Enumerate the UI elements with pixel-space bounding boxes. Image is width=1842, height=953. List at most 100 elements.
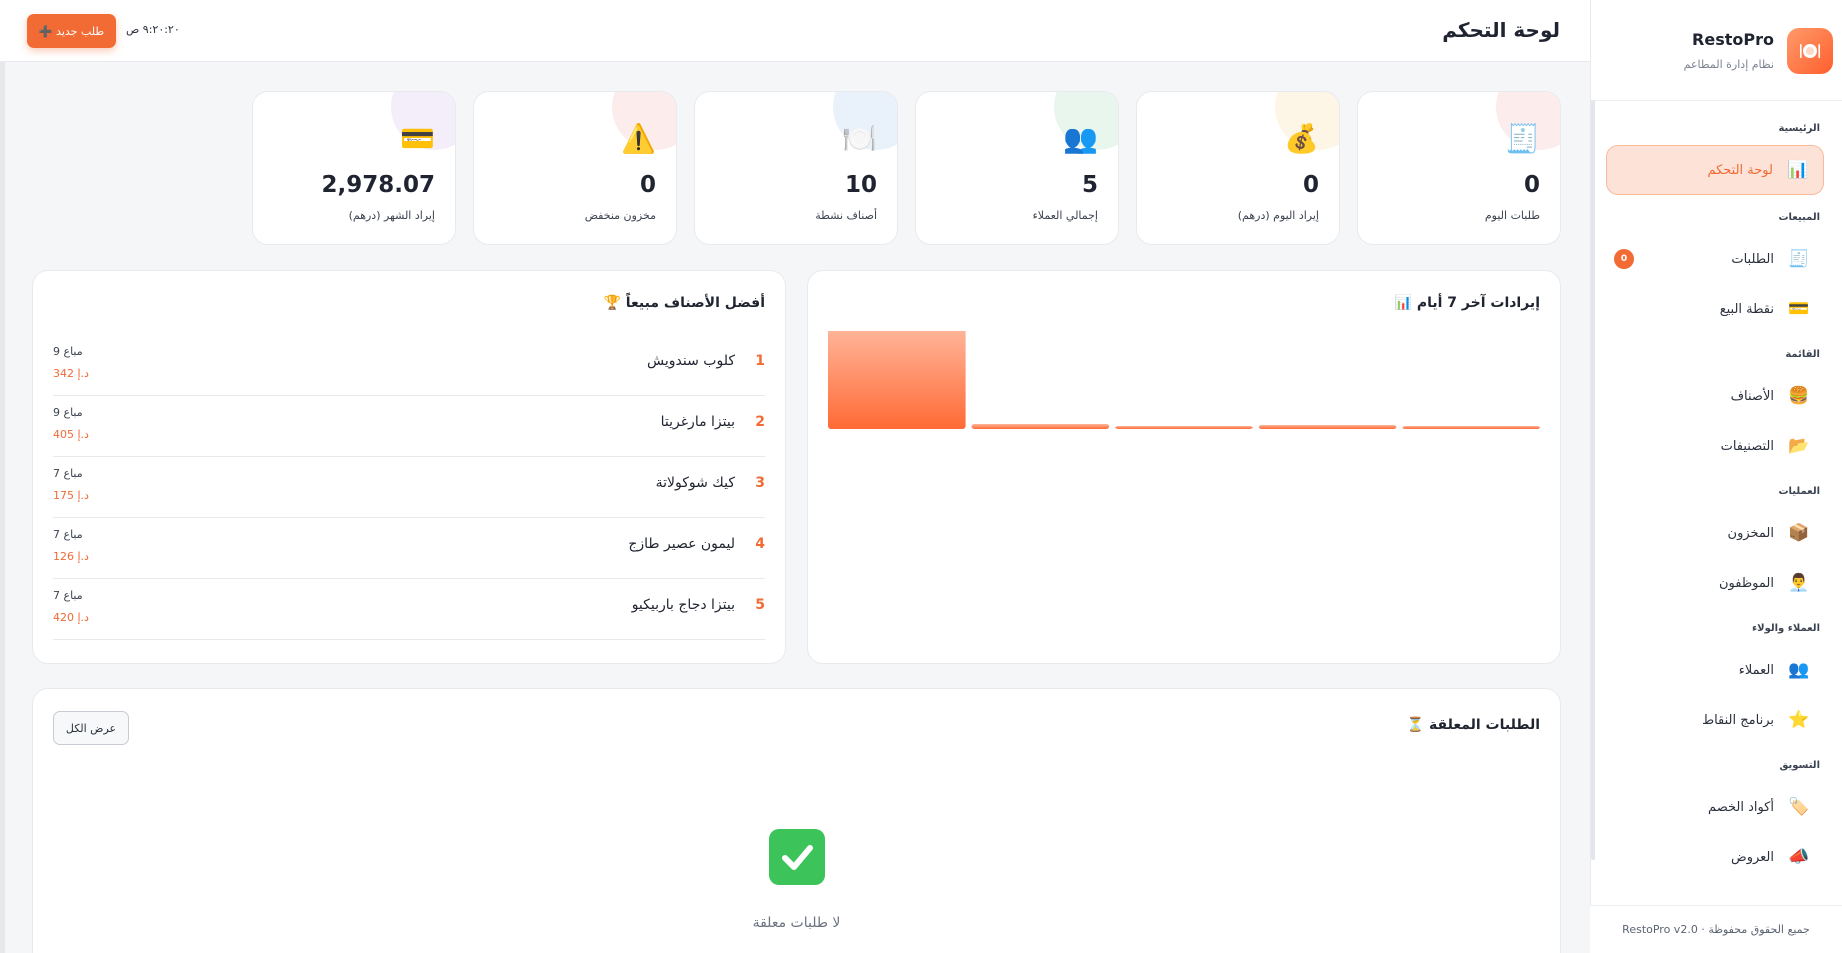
sidebar-footer: RestoPro v2.0 · جميع الحقوق محفوظة [1590,905,1842,953]
revenue-bar-2[interactable] [971,424,1110,429]
stat-card-month-revenue: 💳 2,978.07 إيراد الشهر (درهم) [252,91,456,245]
warning-icon: ⚠️ [621,122,656,155]
item-sold: 7 مباع [53,528,83,541]
stat-value: 2,978.07 [321,172,436,198]
sidebar-item-inventory[interactable]: 📦 المخزون [1606,508,1824,558]
revenue-bar-5[interactable] [1402,426,1540,429]
section-operations: العمليات [1778,486,1821,497]
stat-value: 5 [1081,172,1098,198]
orders-count-badge: 0 [1614,249,1634,269]
item-sold: 7 مباع [53,467,83,480]
brand-subtitle: نظام إدارة المطاعم [1683,58,1774,71]
top-item-row[interactable]: 3 كيك شوكولاتة 7 مباع 175 د.إ [53,457,765,518]
stat-value: 0 [1302,172,1319,198]
item-amount: 342 د.إ [53,367,89,380]
customers-icon: 👥 [1063,122,1098,155]
top-item-row[interactable]: 1 كلوب سندويش 9 مباع 342 د.إ [53,335,765,396]
top-item-row[interactable]: 5 بيتزا دجاج باربيكيو 7 مباع 420 د.إ [53,579,765,640]
sidebar-item-label: برنامج النقاط [1702,712,1774,728]
view-all-button[interactable]: عرض الكل [53,711,129,745]
sidebar-item-dashboard[interactable]: 📊 لوحة التحكم [1606,145,1824,195]
sidebar-item-loyalty[interactable]: ⭐ برنامج النقاط [1606,695,1824,745]
stat-value: 0 [1523,172,1540,198]
brand-name: RestoPro [1692,30,1774,49]
item-rank: 2 [755,414,765,430]
stat-label: أصناف نشطة [815,209,877,222]
money-bag-icon: 💰 [1284,122,1319,155]
top-item-row[interactable]: 2 بيتزا مارغريتا 9 مباع 405 د.إ [53,396,765,457]
stat-value: 10 [844,172,877,198]
sidebar-item-items[interactable]: 🍔 الأصناف [1606,371,1824,421]
burger-icon: 🍔 [1788,386,1810,406]
empty-state-text: لا طلبات معلقة [752,915,841,931]
receipt-icon: 🧾 [1788,249,1810,269]
revenue-bar-4[interactable] [1258,425,1397,429]
revenue-bar-3[interactable] [1115,426,1253,429]
sidebar-item-label: العملاء [1738,662,1774,678]
item-rank: 4 [755,536,765,552]
stat-label: إيراد الشهر (درهم) [348,209,435,222]
sidebar-item-pos[interactable]: 💳 نقطة البيع [1606,284,1824,334]
restaurant-logo-icon [1787,28,1833,74]
chart-title: 📊 إيرادات آخر 7 أيام [1394,295,1540,311]
top-items-panel: 🏆 أفضل الأصناف مبيعاً 1 كلوب سندويش 9 مب… [32,270,786,664]
tag-icon: 🏷️ [1788,797,1810,817]
stat-label: إجمالي العملاء [1032,209,1098,222]
item-sold: 7 مباع [53,589,83,602]
sidebar-item-orders[interactable]: 🧾 الطلبات 0 [1606,234,1824,284]
revenue-bar-1[interactable] [828,331,966,429]
stat-card-low-stock: ⚠️ 0 مخزون منخفض [473,91,677,245]
new-order-button[interactable]: ➕ طلب جديد [27,14,116,48]
stat-card-active-items: 🍽️ 10 أصناف نشطة [694,91,898,245]
sidebar-item-coupons[interactable]: 🏷️ أكواد الخصم [1606,782,1824,832]
folder-icon: 📂 [1788,436,1810,456]
sidebar-item-label: التصنيفات [1720,438,1774,454]
sidebar-item-label: العروض [1730,849,1774,865]
chart-icon: 📊 [1787,160,1809,180]
sidebar-item-staff[interactable]: 👨‍💼 الموظفون [1606,558,1824,608]
sidebar-item-categories[interactable]: 📂 التصنيفات [1606,421,1824,471]
clock: ٩:٢٠:٢٠ ص [126,23,180,36]
sidebar-item-customers[interactable]: 👥 العملاء [1606,645,1824,695]
item-name: ليمون عصير طازج [628,536,735,552]
section-sales: المبيعات [1778,212,1821,223]
brand: RestoPro نظام إدارة المطاعم [1591,0,1842,101]
sidebar-item-offers[interactable]: 📣 العروض [1606,832,1824,882]
item-rank: 3 [755,475,765,491]
item-rank: 1 [755,353,765,369]
sidebar-item-label: لوحة التحكم [1707,162,1773,178]
stat-label: إيراد اليوم (درهم) [1237,209,1319,222]
sidebar-item-label: أكواد الخصم [1708,799,1774,815]
top-bar: لوحة التحكم ➕ طلب جديد ٩:٢٠:٢٠ ص [0,0,1590,62]
stat-label: طلبات اليوم [1484,209,1540,222]
staff-icon: 👨‍💼 [1788,573,1810,593]
sidebar-item-label: الأصناف [1730,388,1774,404]
item-amount: 126 د.إ [53,550,89,563]
megaphone-icon: 📣 [1788,847,1810,867]
top-item-row[interactable]: 4 ليمون عصير طازج 7 مباع 126 د.إ [53,518,765,579]
plate-icon: 🍽️ [842,122,877,155]
stat-card-today-revenue: 💰 0 إيراد اليوم (درهم) [1136,91,1340,245]
item-sold: 9 مباع [53,406,83,419]
customers-icon: 👥 [1788,660,1810,680]
item-amount: 175 د.إ [53,489,89,502]
sidebar-scrollbar[interactable] [1591,100,1595,860]
revenue-chart-panel: 📊 إيرادات آخر 7 أيام [807,270,1561,664]
sidebar-item-label: المخزون [1727,525,1774,541]
star-icon: ⭐ [1788,710,1810,730]
pending-orders-panel: ⏳ الطلبات المعلقة عرض الكل لا طلبات معلق… [32,688,1561,953]
item-rank: 5 [755,597,765,613]
item-name: كيك شوكولاتة [655,475,735,491]
top-items-title: 🏆 أفضل الأصناف مبيعاً [603,295,765,311]
section-customers: العملاء والولاء [1752,623,1820,634]
page-title: لوحة التحكم [1442,18,1560,42]
main-scrollbar[interactable] [0,62,5,953]
item-sold: 9 مباع [53,345,83,358]
receipt-icon: 🧾 [1505,122,1540,155]
stat-value: 0 [639,172,656,198]
item-name: بيتزا دجاج باربيكيو [631,597,735,613]
section-menu: القائمة [1785,349,1820,360]
card-icon: 💳 [1788,299,1810,319]
revenue-bar-chart [828,331,1540,429]
stat-card-total-customers: 👥 5 إجمالي العملاء [915,91,1119,245]
